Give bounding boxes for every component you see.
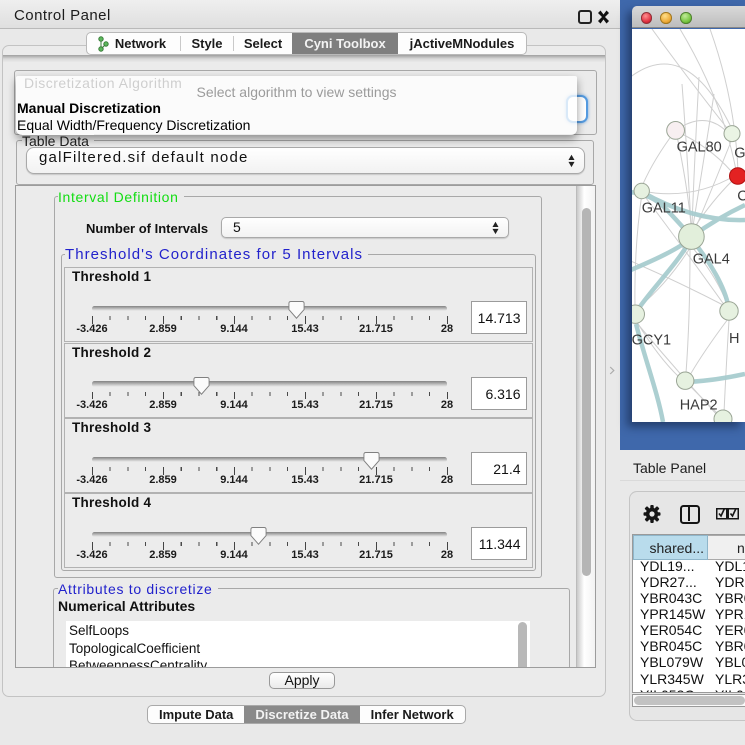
svg-text:GAL80: GAL80 [677,140,722,156]
svg-text:GCY1: GCY1 [632,333,671,349]
svg-text:GAL4: GAL4 [693,252,730,268]
svg-text:HAP2: HAP2 [680,397,718,413]
svg-text:GAL11: GAL11 [642,201,686,217]
svg-text:C: C [737,189,745,205]
svg-text:H: H [729,331,739,347]
svg-text:GA: GA [734,146,745,162]
